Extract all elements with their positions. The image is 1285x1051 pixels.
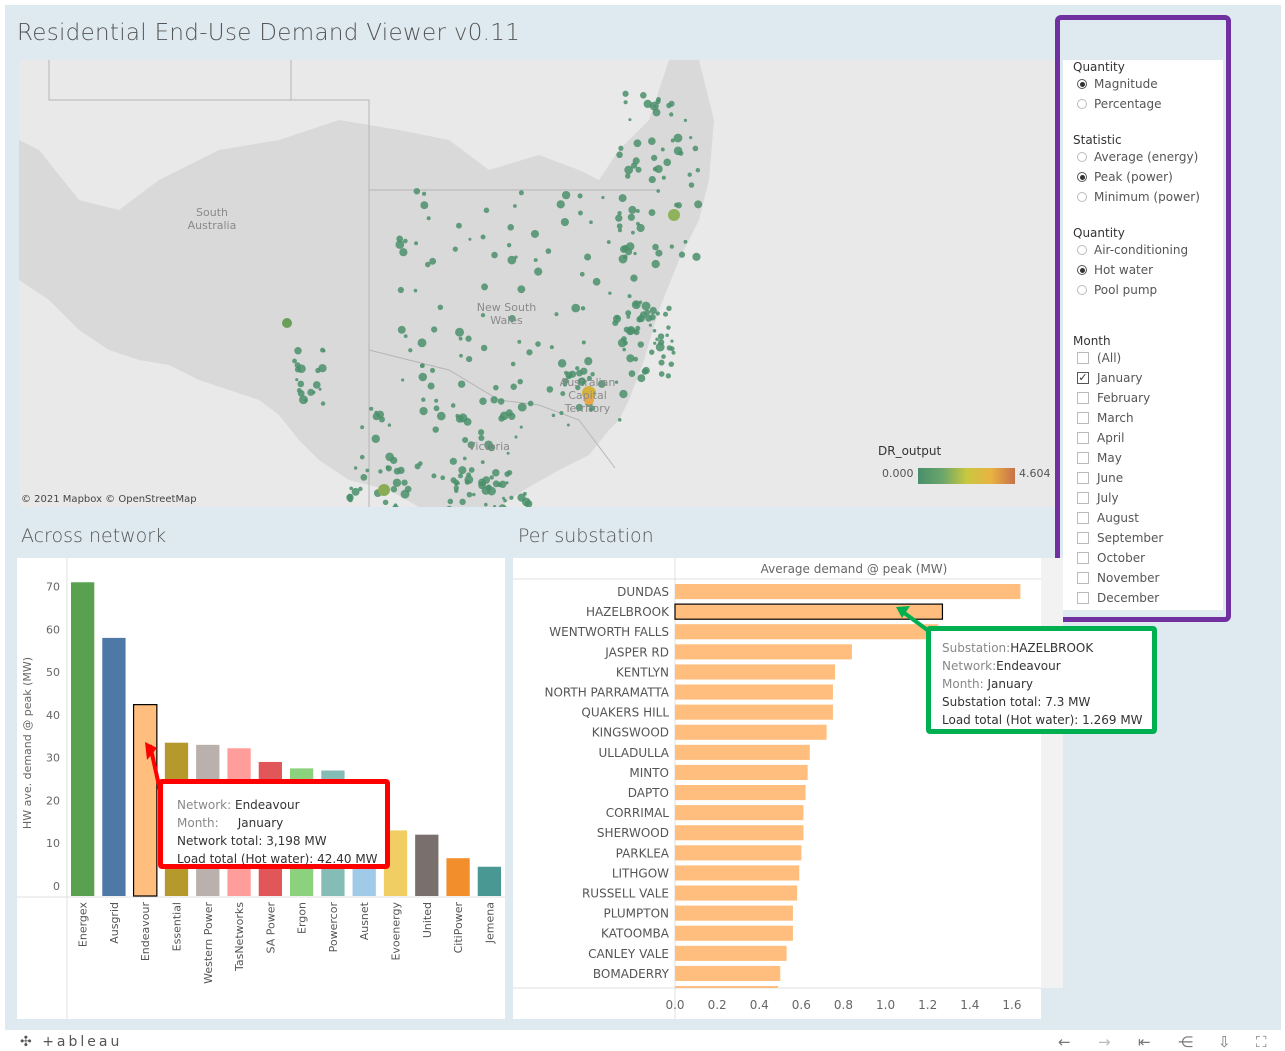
tt-sub-key: Substation: <box>942 641 1011 655</box>
tt-sub-total: Substation total: 7.3 MW <box>942 695 1091 709</box>
tableau-logo[interactable]: ✣ +ableau <box>20 1034 122 1050</box>
tt-month-val: January <box>237 816 284 830</box>
tt-network-key: Network: <box>177 798 232 812</box>
redo-icon[interactable]: → <box>1098 1033 1111 1051</box>
tt-net-val: Endeavour <box>996 659 1061 673</box>
footer-bar <box>0 1030 1285 1051</box>
tt-sub-val: HAZELBROOK <box>1010 641 1094 655</box>
network-tooltip: Network: Endeavour Month: January Networ… <box>158 779 390 869</box>
tt-month-key: Month: <box>177 816 219 830</box>
callout-arrows <box>145 606 932 791</box>
tt-month-key: Month: <box>942 677 984 691</box>
undo-icon[interactable]: ← <box>1058 1033 1071 1051</box>
fullscreen-icon[interactable]: ⛶ <box>1256 1033 1267 1051</box>
revert-icon[interactable]: ⇤ <box>1138 1033 1151 1051</box>
tt-network-total: Network total: 3,198 MW <box>177 834 327 848</box>
download-icon[interactable]: ⇩ <box>1218 1033 1231 1051</box>
tt-net-key: Network: <box>942 659 997 673</box>
tt-month-val: January <box>987 677 1033 691</box>
tt-network-val: Endeavour <box>234 798 300 812</box>
tt-sub-load: Load total (Hot water): 1.269 MW <box>942 713 1143 727</box>
tableau-logo-icon: ✣ <box>20 1034 35 1050</box>
substation-tooltip: Substation:HAZELBROOK Network:Endeavour … <box>926 626 1157 734</box>
tt-load-total: Load total (Hot water): 42.40 MW <box>177 852 378 866</box>
tableau-logo-text: +ableau <box>42 1034 123 1050</box>
share-icon[interactable]: ⋲ <box>1178 1033 1193 1051</box>
